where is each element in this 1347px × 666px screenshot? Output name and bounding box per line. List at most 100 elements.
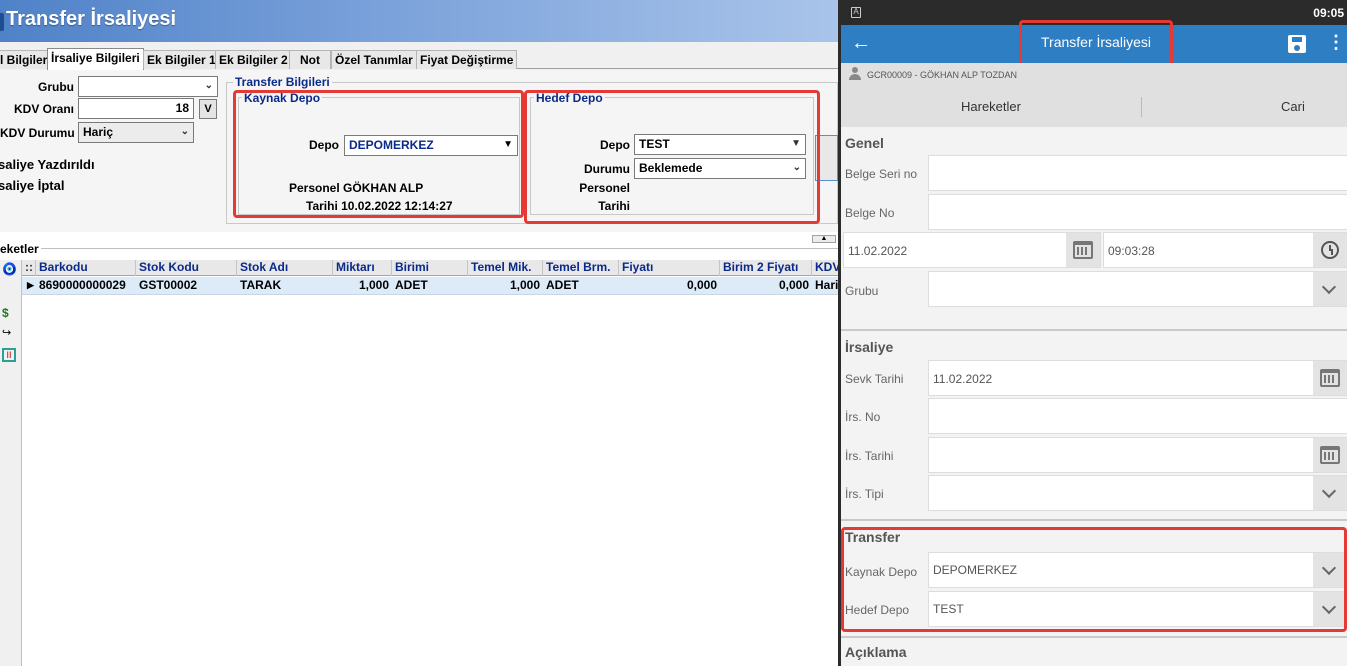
sevk-tarihi-input[interactable]: 11.02.2022 bbox=[928, 360, 1347, 396]
person-icon bbox=[848, 67, 862, 81]
chevron-down-icon bbox=[1321, 483, 1337, 499]
user-bar: GCR00009 - GÖKHAN ALP TOZDAN bbox=[841, 63, 1347, 87]
col-birim-2-fiyati[interactable]: Birim 2 Fiyatı bbox=[720, 260, 812, 276]
tab-fiyat-degistirme[interactable]: Fiyat Değiştirme bbox=[416, 50, 518, 69]
tab-ozel-tanimlar[interactable]: Özel Tanımlar bbox=[331, 50, 417, 69]
kdv-v-button[interactable]: V bbox=[199, 99, 217, 119]
hedef-depo-highlight bbox=[524, 90, 820, 224]
col-kdv[interactable]: KDV bbox=[812, 260, 838, 276]
col-fiyati[interactable]: Fiyatı bbox=[619, 260, 720, 276]
cell-kdv: Hari bbox=[815, 278, 838, 292]
transfer-section-highlight bbox=[841, 527, 1347, 632]
irs-tipi-select[interactable] bbox=[928, 475, 1347, 511]
irsaliye-bilgileri-panel: Grubu ⌄ KDV Oranı 18 V KDV Durumu Hariç … bbox=[0, 70, 838, 232]
cell-miktari: 1,000 bbox=[358, 278, 389, 292]
kaynak-depo-highlight bbox=[233, 90, 524, 218]
notification-icon: A bbox=[851, 7, 861, 18]
kdv-orani-input[interactable]: 18 bbox=[78, 98, 194, 119]
clock-button[interactable] bbox=[1313, 233, 1347, 267]
link-icon[interactable]: ↪ bbox=[2, 326, 11, 339]
mobile-title-highlight bbox=[1019, 20, 1173, 66]
belge-no-label: Belge No bbox=[845, 206, 895, 220]
col-temel-mik[interactable]: Temel Mik. bbox=[468, 260, 543, 276]
list-icon[interactable]: II bbox=[2, 348, 16, 362]
kdv-durumu-select[interactable]: Hariç ⌄ bbox=[78, 122, 194, 143]
tab-not[interactable]: Not bbox=[289, 50, 331, 69]
segment-bar: Hareketler Cari bbox=[841, 87, 1347, 127]
grubu-select[interactable]: ⌄ bbox=[78, 76, 218, 97]
desktop-title: Transfer İrsaliyesi bbox=[6, 8, 177, 30]
transfer-bilgileri-title: Transfer Bilgileri bbox=[233, 75, 332, 89]
dropdown-button[interactable] bbox=[1313, 272, 1347, 306]
status-cancel-text: saliye İptal bbox=[0, 178, 65, 193]
calendar-icon bbox=[1073, 241, 1093, 259]
clock-icon bbox=[1321, 241, 1339, 259]
grid-header: :: Barkodu Stok Kodu Stok Adı Miktarı Bi… bbox=[22, 260, 838, 276]
tab-irsaliye-bilgileri[interactable]: İrsaliye Bilgileri bbox=[47, 48, 144, 70]
tab-ek-bilgiler-2[interactable]: Ek Bilgiler 2 bbox=[215, 50, 292, 69]
time-input[interactable]: 09:03:28 bbox=[1103, 232, 1347, 268]
tab-cari[interactable]: Cari bbox=[1281, 99, 1305, 114]
calendar-button[interactable] bbox=[1066, 233, 1100, 267]
dollar-icon[interactable]: $ bbox=[2, 306, 9, 320]
more-vert-icon[interactable]: ⋮ bbox=[1327, 33, 1345, 51]
col-miktari[interactable]: Miktarı bbox=[333, 260, 392, 276]
belge-seri-label: Belge Seri no bbox=[845, 167, 918, 181]
kdv-orani-label: KDV Oranı bbox=[13, 102, 74, 116]
collapse-button[interactable]: ▲ bbox=[812, 235, 836, 243]
chevron-down-icon bbox=[1321, 279, 1337, 295]
irs-no-input[interactable] bbox=[928, 398, 1347, 434]
irs-no-label: İrs. No bbox=[845, 410, 881, 424]
date-value: 11.02.2022 bbox=[848, 244, 908, 258]
col-stok-adi[interactable]: Stok Adı bbox=[237, 260, 333, 276]
cell-fiyati: 0,000 bbox=[686, 278, 717, 292]
back-arrow-icon[interactable]: ← bbox=[851, 32, 871, 55]
aciklama-section-title: Açıklama bbox=[845, 644, 907, 660]
mobile-screen: A 09:05 ← Transfer İrsaliyesi ⋮ GCR00009… bbox=[838, 0, 1347, 666]
irs-tarihi-label: İrs. Tarihi bbox=[845, 449, 894, 463]
cell-stok-adi: TARAK bbox=[240, 278, 282, 292]
grid-side-toolbar: 🧿 $ ↪ II bbox=[0, 260, 22, 666]
cell-barkodu: 8690000000029 bbox=[39, 278, 126, 292]
hareketler-title: eketler bbox=[0, 242, 41, 256]
calendar-button[interactable] bbox=[1313, 361, 1347, 395]
irsaliye-section-title: İrsaliye bbox=[845, 339, 894, 355]
user-text: GCR00009 - GÖKHAN ALP TOZDAN bbox=[867, 70, 1018, 80]
col-stok-kodu[interactable]: Stok Kodu bbox=[136, 260, 237, 276]
date-input[interactable]: 11.02.2022 bbox=[843, 232, 1101, 268]
belge-no-input[interactable] bbox=[928, 194, 1347, 230]
cell-birimi: ADET bbox=[395, 278, 428, 292]
table-row[interactable]: ▶ 8690000000029 GST00002 TARAK 1,000 ADE… bbox=[22, 277, 838, 295]
tab-hareketler[interactable]: Hareketler bbox=[961, 99, 1021, 114]
row-pointer-icon: ▶ bbox=[27, 280, 34, 290]
belge-seri-input[interactable] bbox=[928, 155, 1347, 191]
calendar-button[interactable] bbox=[1313, 438, 1347, 472]
kdv-durumu-label: KDV Durumu bbox=[0, 126, 75, 140]
desktop-title-bar: Transfer İrsaliyesi bbox=[0, 0, 838, 42]
tab-ek-bilgiler-1[interactable]: Ek Bilgiler 1 bbox=[143, 50, 220, 69]
tab-genel-bilgiler[interactable]: l Bilgiler bbox=[0, 50, 52, 69]
save-icon[interactable] bbox=[1288, 35, 1306, 53]
desktop-window: Transfer İrsaliyesi l Bilgiler İrsaliye … bbox=[0, 0, 838, 666]
mobile-grubu-select[interactable] bbox=[928, 271, 1347, 307]
section-divider bbox=[841, 519, 1347, 521]
desktop-tab-bar: l Bilgiler İrsaliye Bilgileri Ek Bilgile… bbox=[0, 48, 838, 70]
col-birimi[interactable]: Birimi bbox=[392, 260, 468, 276]
irs-tarihi-input[interactable] bbox=[928, 437, 1347, 473]
col-barkodu[interactable]: Barkodu bbox=[36, 260, 136, 276]
sevk-tarihi-label: Sevk Tarihi bbox=[845, 372, 904, 386]
cell-temel-mik: 1,000 bbox=[509, 278, 540, 292]
box-icon[interactable]: 🧿 bbox=[2, 262, 17, 276]
chevron-down-icon: ⌄ bbox=[180, 126, 189, 137]
cell-temel-brm: ADET bbox=[546, 278, 579, 292]
section-divider bbox=[841, 636, 1347, 638]
dropdown-button[interactable] bbox=[1313, 476, 1347, 510]
status-time: 09:05 bbox=[1313, 6, 1344, 20]
grid-divider bbox=[0, 248, 838, 249]
grid-corner: :: bbox=[22, 260, 36, 276]
irs-tipi-label: İrs. Tipi bbox=[845, 487, 884, 501]
col-temel-brm[interactable]: Temel Brm. bbox=[543, 260, 619, 276]
chevron-down-icon: ⌄ bbox=[204, 80, 213, 91]
app-icon bbox=[0, 13, 4, 31]
segment-divider bbox=[1141, 97, 1142, 117]
